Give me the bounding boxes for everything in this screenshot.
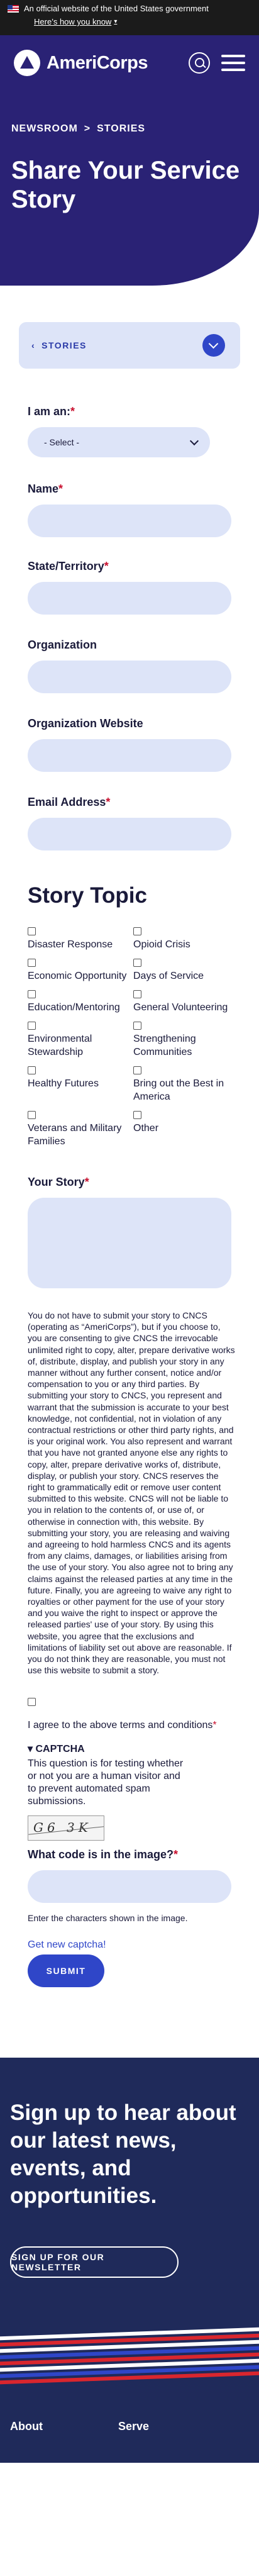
i-am-select[interactable]: - Select -	[28, 427, 210, 457]
breadcrumb-separator: >	[84, 123, 91, 134]
captcha-input[interactable]	[28, 1870, 231, 1903]
topic-option[interactable]: Bring out the Best in America	[133, 1066, 234, 1103]
logo-text: AmeriCorps	[47, 52, 148, 73]
section-nav-stories[interactable]: ‹ STORIES	[31, 340, 87, 350]
topic-option[interactable]: Other	[133, 1111, 234, 1148]
your-story-label: Your Story*	[28, 1176, 89, 1188]
story-topic-title: Story Topic	[28, 883, 147, 908]
captcha-section: ▾ CAPTCHA This question is for testing w…	[28, 1742, 231, 1841]
gov-banner: An official website of the United States…	[0, 0, 259, 35]
chevron-down-icon[interactable]	[202, 334, 225, 357]
agree-label[interactable]: I agree to the above terms and condition…	[28, 1720, 231, 1731]
checkbox[interactable]	[133, 959, 141, 967]
footer-serve[interactable]: Serve	[118, 2420, 149, 2463]
captcha-question-label: What code is in the image?*	[28, 1848, 179, 1861]
checkbox[interactable]	[133, 1022, 141, 1030]
topic-option[interactable]: Days of Service	[133, 959, 234, 983]
chevron-down-icon: ▾	[114, 18, 118, 25]
new-captcha-link[interactable]: Get new captcha!	[28, 1939, 231, 1951]
checkbox[interactable]	[133, 1066, 141, 1074]
breadcrumb: NEWSROOM > STORIES	[11, 123, 248, 135]
topic-option[interactable]: Veterans and Military Families	[28, 1111, 133, 1148]
agree-checkbox[interactable]	[28, 1697, 36, 1706]
americorps-logo-icon	[14, 50, 40, 76]
heres-how-you-know-link[interactable]: Here’s how you know ▾	[34, 17, 117, 26]
topic-option[interactable]: Opioid Crisis	[133, 927, 234, 951]
chevron-left-icon: ‹	[31, 340, 36, 350]
caret-down-icon: ▾	[28, 1743, 33, 1754]
section-nav[interactable]: ‹ STORIES	[19, 322, 240, 369]
checkbox[interactable]	[133, 1111, 141, 1119]
topic-option[interactable]: Strengthening Communities	[133, 1022, 234, 1059]
checkbox[interactable]	[133, 990, 141, 998]
chevron-down-icon	[189, 436, 199, 446]
topic-option[interactable]: General Volunteering	[133, 990, 234, 1014]
email-label: Email Address*	[28, 796, 111, 808]
org-website-input[interactable]	[28, 739, 231, 772]
captcha-description: This question is for testing whether or …	[28, 1758, 184, 1807]
topic-option[interactable]: Economic Opportunity	[28, 959, 133, 983]
organization-label: Organization	[28, 638, 97, 651]
menu-icon[interactable]	[221, 55, 245, 71]
story-topic-options: Disaster Response Opioid Crisis Economic…	[28, 927, 231, 1156]
newsletter-signup-button[interactable]: SIGN UP FOR OUR NEWSLETTER	[10, 2246, 179, 2278]
breadcrumb-newsroom[interactable]: NEWSROOM	[11, 123, 78, 135]
footer-about[interactable]: About	[10, 2420, 43, 2463]
search-icon[interactable]	[189, 52, 210, 74]
heres-how-you-know-label: Here’s how you know	[34, 17, 112, 26]
checkbox[interactable]	[133, 927, 141, 935]
i-am-label: I am an:*	[28, 405, 75, 418]
breadcrumb-stories[interactable]: STORIES	[97, 123, 145, 135]
state-input[interactable]	[28, 582, 231, 615]
submit-button[interactable]: SUBMIT	[28, 1954, 104, 1987]
page-title: Share Your Service Story	[11, 157, 240, 213]
captcha-image: G6 3K	[28, 1815, 104, 1841]
americorps-logo[interactable]: AmeriCorps	[14, 50, 148, 76]
org-website-label: Organization Website	[28, 717, 143, 730]
newsletter-section: Sign up to hear about our latest news, e…	[0, 2057, 259, 2410]
story-form: I am an:* - Select - Name* State/Territo…	[0, 405, 259, 1987]
terms-text: You do not have to submit your story to …	[28, 1310, 235, 1676]
checkbox[interactable]	[28, 1111, 36, 1119]
site-header: AmeriCorps	[0, 35, 259, 91]
topic-option[interactable]: Education/Mentoring	[28, 990, 133, 1014]
organization-input[interactable]	[28, 661, 231, 693]
hero: NEWSROOM > STORIES Share Your Service St…	[0, 91, 259, 286]
state-label: State/Territory*	[28, 560, 109, 572]
checkbox[interactable]	[28, 1022, 36, 1030]
name-input[interactable]	[28, 505, 231, 537]
i-am-select-value: - Select -	[44, 437, 80, 447]
captcha-toggle[interactable]: ▾ CAPTCHA	[28, 1742, 231, 1755]
footer: About Serve	[0, 2409, 259, 2463]
email-input[interactable]	[28, 818, 231, 850]
checkbox[interactable]	[28, 927, 36, 935]
your-story-textarea[interactable]	[28, 1198, 231, 1288]
checkbox[interactable]	[28, 1066, 36, 1074]
checkbox[interactable]	[28, 959, 36, 967]
decorative-stripes	[0, 2326, 259, 2397]
topic-option[interactable]: Healthy Futures	[28, 1066, 133, 1103]
newsletter-heading: Sign up to hear about our latest news, e…	[10, 2100, 236, 2208]
us-flag-icon	[8, 4, 19, 13]
gov-banner-text: An official website of the United States…	[24, 4, 209, 13]
checkbox[interactable]	[28, 990, 36, 998]
section-nav-label: STORIES	[41, 340, 87, 350]
captcha-hint: Enter the characters shown in the image.	[28, 1912, 188, 1923]
topic-option[interactable]: Disaster Response	[28, 927, 133, 951]
topic-option[interactable]: Environmental Stewardship	[28, 1022, 133, 1059]
name-label: Name*	[28, 482, 63, 495]
